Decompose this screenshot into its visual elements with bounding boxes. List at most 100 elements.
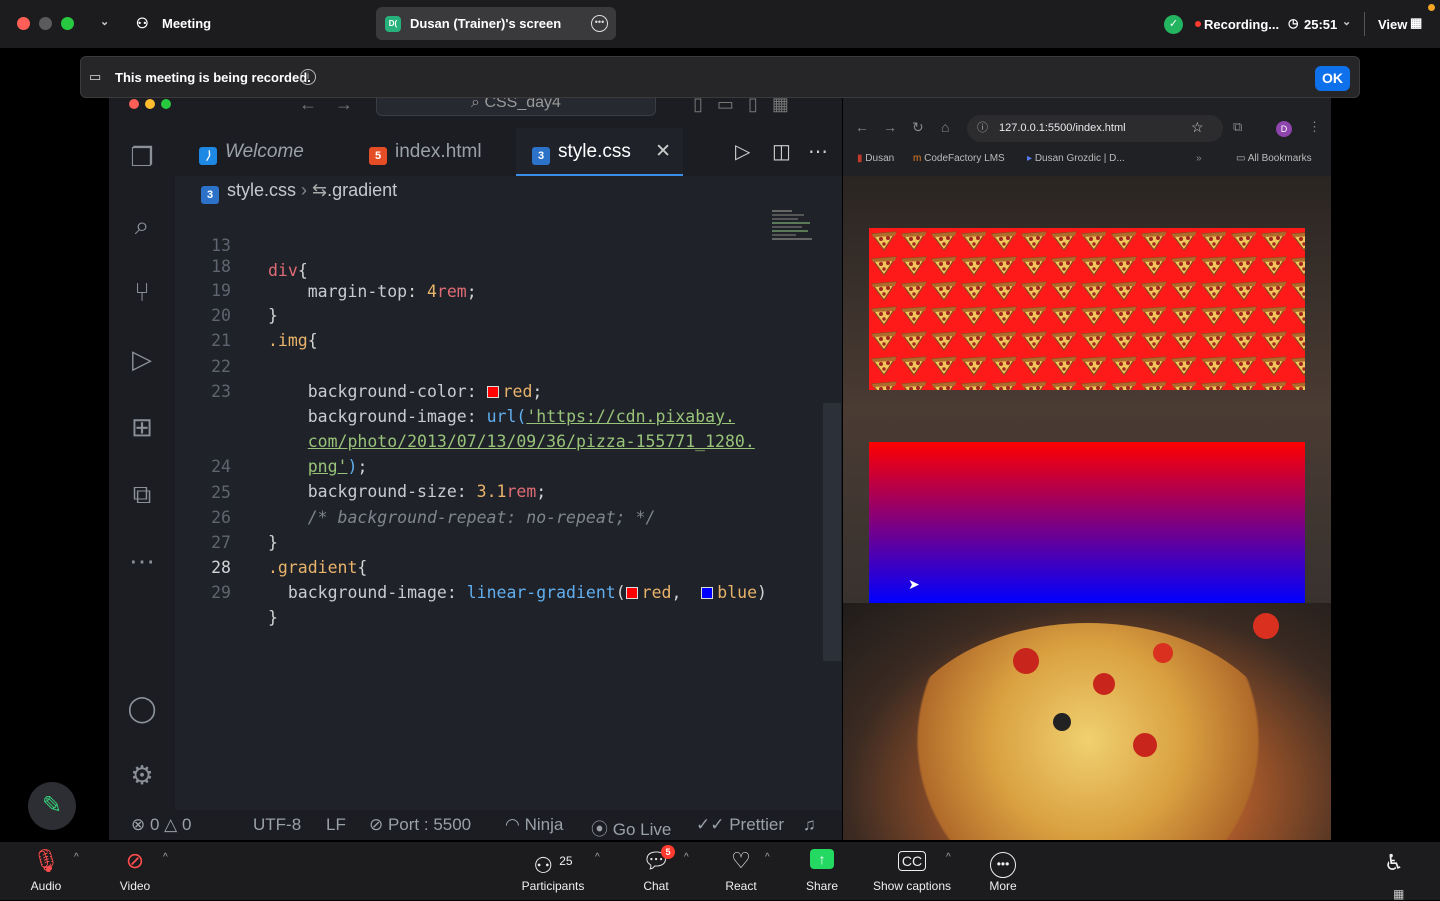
breadcrumb-file[interactable]: style.css <box>227 180 296 200</box>
recording-label[interactable]: Recording... <box>1204 17 1279 32</box>
code-line: 22 background-color: red; <box>179 329 779 401</box>
source-control-icon[interactable]: ⑂ <box>125 275 159 309</box>
go-live-button[interactable]: ⦿ Go Live <box>591 815 671 840</box>
code-text: background-image: linear-gradient(red, b… <box>287 583 767 602</box>
settings-gear-icon[interactable]: ⚙ <box>125 758 159 792</box>
tomato-topping <box>1013 648 1039 674</box>
search-icon: ⌕ <box>471 98 485 111</box>
problems-indicator[interactable]: ⊗ 0 △ 0 <box>131 815 191 835</box>
menu-kebab-icon[interactable]: ⋮ <box>1308 119 1321 135</box>
chevron-down-icon[interactable]: ⌄ <box>100 15 109 28</box>
share-button[interactable]: ↑ Share <box>777 842 867 900</box>
chevron-down-icon[interactable]: ⌄ <box>1342 15 1351 28</box>
account-icon[interactable]: ◯ <box>125 691 159 725</box>
back-arrow-icon[interactable]: ← <box>299 98 317 115</box>
reload-icon[interactable]: ↻ <box>912 119 924 136</box>
pizza-pattern-box <box>869 228 1305 390</box>
tab-welcome[interactable]: ⟩ Welcome <box>187 128 339 176</box>
command-center-search[interactable]: ⌕ CSS_day4 <box>376 98 656 116</box>
info-icon[interactable]: i <box>300 69 316 85</box>
participants-button[interactable]: ⚇ 25 Participants <box>508 842 598 900</box>
all-bookmarks-folder[interactable]: ▭ All Bookmarks <box>1236 153 1312 164</box>
grid-icon[interactable]: ▦ <box>1393 887 1404 901</box>
color-swatch-red[interactable] <box>625 587 638 599</box>
forward-arrow-icon[interactable]: → <box>883 119 897 135</box>
chevron-up-icon[interactable]: ^ <box>765 852 770 863</box>
more-options-icon[interactable]: ••• <box>591 15 608 32</box>
code-text: } <box>268 608 278 627</box>
close-window-button[interactable] <box>17 17 30 30</box>
minimize-window-button[interactable] <box>145 99 155 109</box>
color-swatch-blue[interactable] <box>701 587 714 599</box>
remote-explorer-icon[interactable]: ⧉ <box>125 477 159 511</box>
close-tab-icon[interactable]: ✕ <box>655 128 671 176</box>
bookmark-item[interactable]: ▸ Dusan Grozdic | D... <box>1027 153 1125 164</box>
react-button[interactable]: ♡ React <box>696 842 786 900</box>
minimap[interactable] <box>772 208 817 263</box>
notifications-bell-icon[interactable]: ♫ <box>803 815 816 835</box>
breadcrumb-symbol[interactable]: .gradient <box>327 180 397 200</box>
audio-button[interactable]: 🎙︎ Audio <box>1 842 91 900</box>
bookmark-item[interactable]: m CodeFactory LMS <box>913 153 1005 164</box>
grid-view-icon[interactable]: ▦ <box>1410 15 1422 31</box>
chevron-up-icon[interactable]: ^ <box>163 852 168 863</box>
run-icon[interactable]: ▷ <box>735 128 750 176</box>
close-window-button[interactable] <box>129 99 139 109</box>
bookmark-item[interactable]: ▮ Dusan <box>857 153 894 164</box>
minimize-window-button[interactable] <box>39 17 52 30</box>
video-button[interactable]: ⊘ Video <box>90 842 180 900</box>
layout-controls-icon[interactable]: ▯▭▯▦ <box>693 98 803 115</box>
tab-style-css[interactable]: 3 style.css ✕ <box>516 128 683 176</box>
chevron-up-icon[interactable]: ^ <box>595 852 600 863</box>
chevron-up-icon[interactable]: ^ <box>74 852 79 863</box>
tab-label: index.html <box>395 141 482 162</box>
port-indicator[interactable]: ⊘ Port : 5500 <box>369 815 471 835</box>
react-label: React <box>725 879 757 893</box>
extensions-icon[interactable]: ⊞ <box>125 410 159 444</box>
olive-topping <box>1053 713 1071 731</box>
encoding-indicator[interactable]: UTF-8 <box>253 815 301 835</box>
split-editor-icon[interactable]: ◫ <box>772 128 791 176</box>
vscode-icon: ⟩ <box>199 147 217 165</box>
more-dots-icon: ••• <box>958 848 1048 878</box>
chevron-up-icon[interactable]: ^ <box>946 852 951 863</box>
prettier-indicator[interactable]: ✓✓ Prettier <box>696 815 784 835</box>
bookmark-star-icon[interactable]: ☆ <box>1191 119 1204 136</box>
home-icon[interactable]: ⌂ <box>941 119 949 135</box>
explorer-icon[interactable]: ❐ <box>125 140 159 174</box>
vscode-titlebar: ← → ⌕ CSS_day4 ▯▭▯▦ <box>109 98 842 128</box>
profile-avatar[interactable]: D <box>1276 121 1292 137</box>
extensions-icon[interactable]: ⧉ <box>1233 119 1242 135</box>
code-line: 29 } <box>179 555 779 627</box>
more-icon[interactable]: ⋯ <box>125 544 159 578</box>
back-arrow-icon[interactable]: ← <box>855 119 869 135</box>
pizza-background-photo <box>843 603 1331 840</box>
annotate-pencil-button[interactable]: ✎ <box>28 782 76 830</box>
meeting-timer[interactable]: 25:51 <box>1304 17 1337 32</box>
view-button[interactable]: View <box>1378 17 1407 32</box>
more-bookmarks-icon[interactable]: » <box>1196 153 1202 164</box>
more-button[interactable]: ••• More <box>958 842 1048 900</box>
site-info-icon[interactable]: ⓘ <box>977 115 988 142</box>
eol-indicator[interactable]: LF <box>326 815 346 835</box>
run-debug-icon[interactable]: ▷ <box>125 342 159 376</box>
more-actions-icon[interactable]: ⋯ <box>808 128 828 176</box>
tab-index-html[interactable]: 5 index.html <box>355 128 505 176</box>
show-captions-button[interactable]: CC Show captions <box>867 842 957 900</box>
shield-check-icon[interactable]: ✓ <box>1164 15 1183 34</box>
closed-captions-icon: CC <box>867 848 957 874</box>
search-icon[interactable]: ⌕ <box>125 208 159 242</box>
ninja-indicator[interactable]: ◠ Ninja <box>505 815 563 835</box>
code-line: 21 <box>179 303 779 350</box>
ok-button[interactable]: OK <box>1315 66 1350 91</box>
chat-button[interactable]: 💬︎ 5 Chat <box>611 842 701 900</box>
address-bar[interactable]: ⓘ 127.0.0.1:5500/index.html <box>967 115 1223 142</box>
meeting-label[interactable]: Meeting <box>162 16 211 31</box>
maximize-window-button[interactable] <box>161 99 171 109</box>
maximize-window-button[interactable] <box>61 17 74 30</box>
forward-arrow-icon[interactable]: → <box>335 98 353 115</box>
screen-share-pill[interactable]: D( Dusan (Trainer)'s screen ••• <box>376 7 616 40</box>
accessibility-icon[interactable]: ♿︎ <box>1384 850 1404 876</box>
chevron-up-icon[interactable]: ^ <box>684 852 689 863</box>
editor-scrollbar[interactable] <box>823 403 841 661</box>
